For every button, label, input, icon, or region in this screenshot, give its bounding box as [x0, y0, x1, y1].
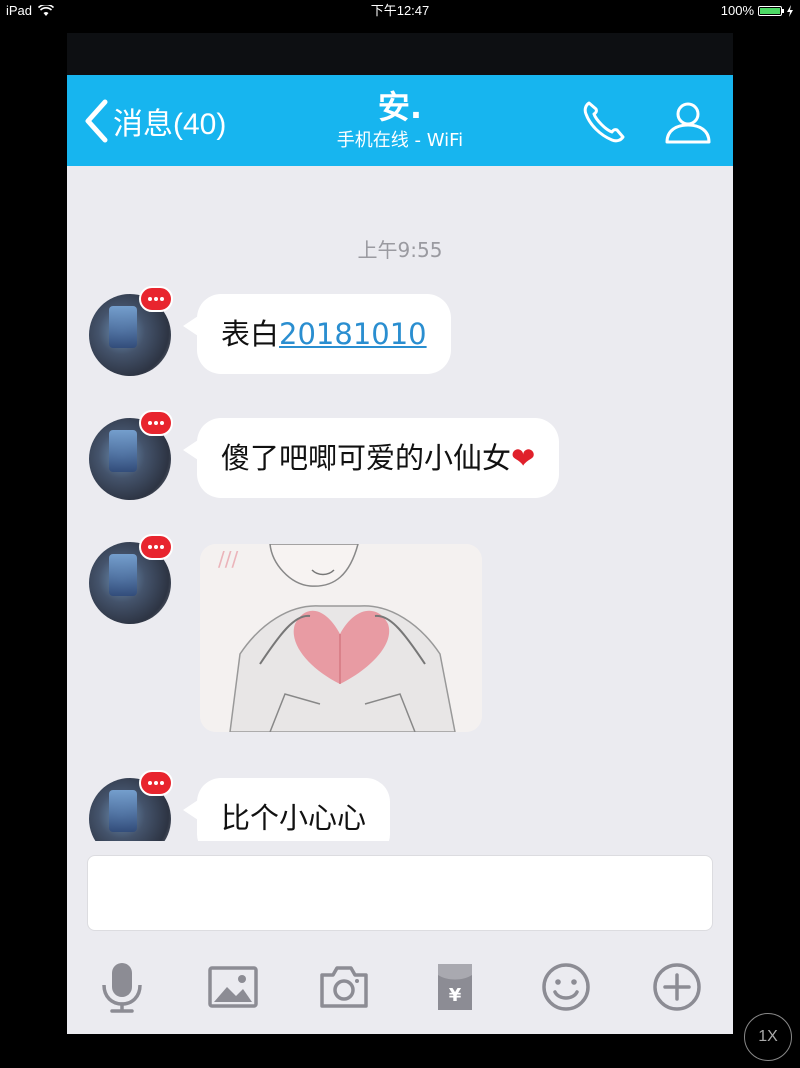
- phone-top-bar: [67, 33, 733, 75]
- avatar[interactable]: [89, 410, 173, 500]
- message-bubble[interactable]: 表白20181010: [183, 294, 451, 374]
- timestamp: 上午9:55: [357, 238, 443, 262]
- message-bubble[interactable]: 比个小心心: [182, 778, 391, 841]
- battery-percent: 100%: [720, 3, 754, 18]
- svg-text:¥: ¥: [449, 985, 462, 1006]
- heart-hands-image: ///: [200, 544, 482, 732]
- message-list[interactable]: 上午9:55 表白20181010 傻了吧唧可爱的小仙女❤ /// 比个小心心: [67, 166, 733, 841]
- message-text: 表白: [221, 317, 280, 351]
- profile-icon[interactable]: [663, 97, 713, 147]
- charging-icon: [787, 5, 793, 17]
- more-badge-icon: [139, 534, 173, 560]
- red-packet-icon[interactable]: ¥: [427, 959, 483, 1015]
- input-toolbar: ¥: [67, 951, 733, 1021]
- avatar[interactable]: [89, 286, 173, 376]
- svg-text:///: ///: [218, 547, 238, 571]
- image-icon[interactable]: [205, 959, 261, 1015]
- contact-name: 安.: [377, 88, 423, 126]
- more-badge-icon: [139, 410, 173, 436]
- status-time: 下午12:47: [370, 3, 430, 18]
- phone-icon[interactable]: [579, 97, 629, 147]
- status-bar: iPad 下午12:47 100%: [0, 0, 800, 22]
- camera-icon[interactable]: [316, 959, 372, 1015]
- message-text: 比个小心心: [221, 801, 367, 835]
- zoom-button[interactable]: 1X: [744, 1013, 792, 1061]
- avatar[interactable]: [89, 770, 173, 841]
- message-input[interactable]: [87, 855, 713, 931]
- emoji-icon[interactable]: [538, 959, 594, 1015]
- avatar[interactable]: [89, 534, 173, 624]
- plus-icon[interactable]: [649, 959, 705, 1015]
- more-badge-icon: [139, 770, 173, 796]
- battery-icon: [758, 6, 784, 16]
- message-text: 傻了吧唧可爱的小仙女: [221, 441, 512, 475]
- message-link[interactable]: 20181010: [279, 317, 427, 351]
- input-area: ¥: [67, 841, 733, 1034]
- message-bubble[interactable]: 傻了吧唧可爱的小仙女❤: [182, 418, 560, 498]
- battery-fill: [760, 8, 780, 14]
- image-message[interactable]: ///: [200, 544, 482, 732]
- heart-emoji-icon: ❤: [511, 441, 536, 475]
- chat-screen: 消息(40) 安. 手机在线 - WiFi 上午9:55 表白20181010: [67, 33, 733, 1034]
- contact-status: 手机在线 - WiFi: [336, 130, 464, 151]
- more-badge-icon: [139, 286, 173, 312]
- title-block[interactable]: 安. 手机在线 - WiFi: [67, 87, 733, 153]
- microphone-icon[interactable]: [94, 959, 150, 1015]
- chat-header: 消息(40) 安. 手机在线 - WiFi: [67, 75, 733, 166]
